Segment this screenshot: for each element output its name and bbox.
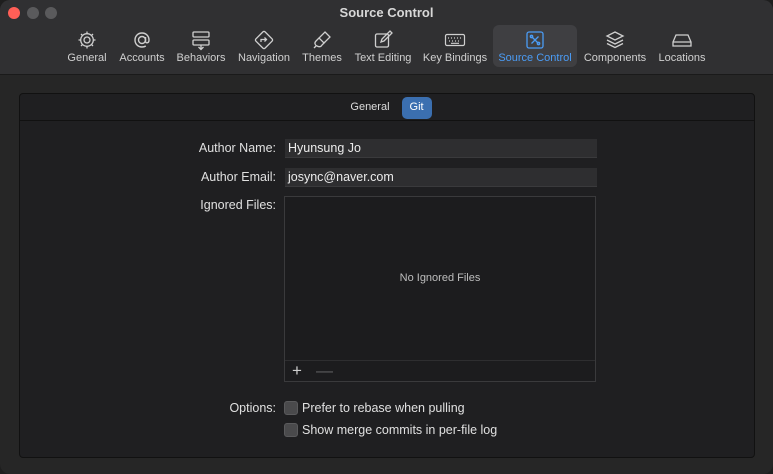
ignored-files-list[interactable]: No Ignored Files + — <box>284 196 596 382</box>
gear-icon <box>76 29 98 51</box>
merge-commits-option-label[interactable]: Show merge commits in per-file log <box>302 423 497 437</box>
keyboard-icon <box>444 29 466 51</box>
brush-icon <box>311 29 333 51</box>
preferences-window: Source Control General Accounts Behavior… <box>0 0 773 474</box>
tab-components[interactable]: Components <box>582 25 648 67</box>
tab-label: Key Bindings <box>422 52 488 64</box>
tab-label: General <box>67 52 107 64</box>
drive-icon <box>671 29 693 51</box>
add-button[interactable]: + <box>292 361 302 381</box>
rebase-option-label[interactable]: Prefer to rebase when pulling <box>302 401 465 415</box>
author-name-label: Author Name: <box>198 141 276 155</box>
toolbar: Source Control General Accounts Behavior… <box>0 0 773 75</box>
tab-navigation[interactable]: Navigation <box>235 25 293 67</box>
divider <box>20 120 754 121</box>
edit-icon <box>372 29 394 51</box>
tab-behaviors[interactable]: Behaviors <box>175 25 227 67</box>
merge-commits-checkbox[interactable] <box>284 423 298 437</box>
empty-list-message: No Ignored Files <box>399 272 481 284</box>
source-control-panel: General Git Author Name: Hyunsung Jo Aut… <box>19 93 755 458</box>
tab-label: Locations <box>658 52 706 64</box>
at-icon <box>131 29 153 51</box>
tab-label: Navigation <box>238 52 290 64</box>
tab-locations[interactable]: Locations <box>655 25 709 67</box>
tab-general[interactable]: General <box>64 25 110 67</box>
author-name-field[interactable]: Hyunsung Jo <box>285 139 597 158</box>
author-email-label: Author Email: <box>200 170 276 184</box>
tab-accounts[interactable]: Accounts <box>116 25 168 67</box>
tab-themes[interactable]: Themes <box>299 25 345 67</box>
source-control-icon <box>524 29 546 51</box>
tab-label: Components <box>583 52 647 64</box>
segmented-control: General Git <box>20 97 754 119</box>
remove-button[interactable]: — <box>316 361 333 381</box>
ignored-files-label: Ignored Files: <box>200 198 276 212</box>
author-email-field[interactable]: josync@naver.com <box>285 168 597 187</box>
tab-label: Behaviors <box>176 52 226 64</box>
tab-label: Themes <box>302 52 342 64</box>
layers-icon <box>604 29 626 51</box>
navigation-icon <box>253 29 275 51</box>
options-label: Options: <box>229 401 276 415</box>
tab-label: Source Control <box>498 52 572 64</box>
segment-git[interactable]: Git <box>401 97 432 119</box>
tab-text-editing[interactable]: Text Editing <box>351 25 415 67</box>
segment-general[interactable]: General <box>342 97 397 119</box>
preferences-tabs: General Accounts Behaviors Navigation Th… <box>0 25 773 69</box>
tab-label: Text Editing <box>354 52 412 64</box>
rebase-checkbox[interactable] <box>284 401 298 415</box>
list-footer: + — <box>285 360 595 381</box>
tab-source-control[interactable]: Source Control <box>493 25 577 67</box>
tab-label: Accounts <box>119 52 165 64</box>
window-title: Source Control <box>339 5 434 20</box>
behaviors-icon <box>190 29 212 51</box>
tab-key-bindings[interactable]: Key Bindings <box>420 25 490 67</box>
